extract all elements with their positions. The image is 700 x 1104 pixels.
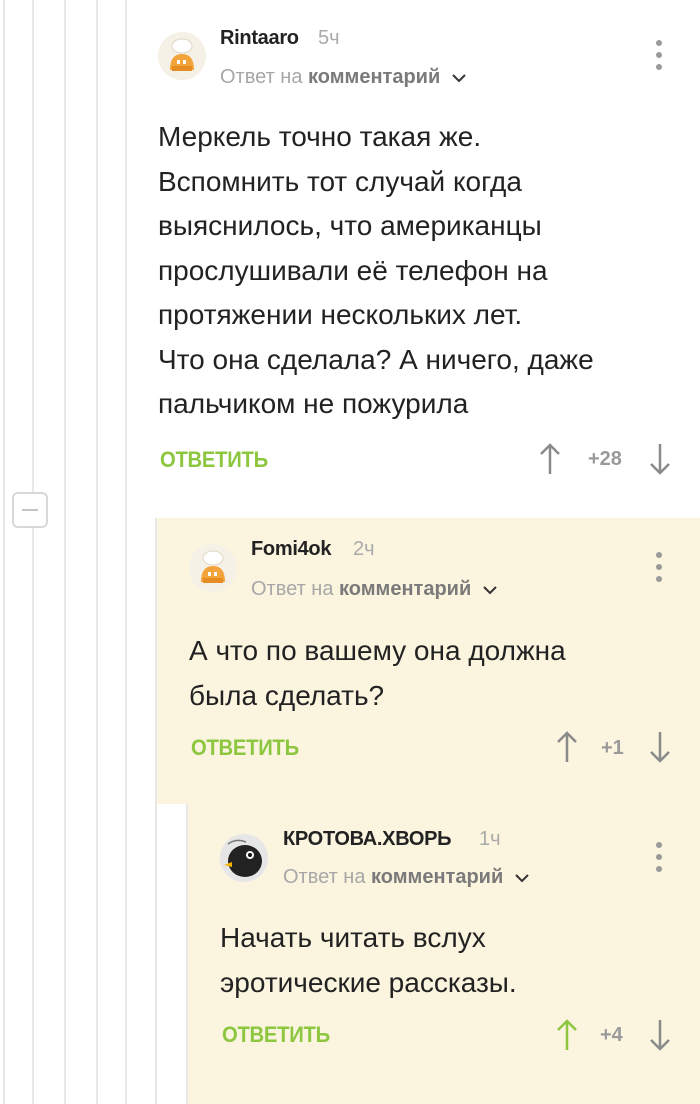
thread-line-level-3 xyxy=(64,0,66,1104)
arrow-up-icon[interactable] xyxy=(555,730,579,764)
arrow-up-icon[interactable] xyxy=(538,442,562,476)
vote-score: +28 xyxy=(588,448,622,470)
reply-to-prefix: Ответ на xyxy=(220,66,303,88)
comment-text: Меркель точно такая же. Вспомнить тот сл… xyxy=(158,121,594,419)
bird-avatar-icon[interactable] xyxy=(220,834,268,882)
reply-to-link[interactable]: Ответ на комментарий xyxy=(220,66,466,89)
vote-score: +1 xyxy=(601,737,624,759)
reply-button[interactable]: ОТВЕТИТЬ xyxy=(222,1022,330,1048)
comment: Rintaaro 5ч Ответ на комментарий Меркель… xyxy=(128,0,700,500)
thread-line-level-5 xyxy=(125,0,127,1104)
reply-to-prefix: Ответ на xyxy=(251,578,334,600)
reply-button[interactable]: ОТВЕТИТЬ xyxy=(160,447,268,473)
reply-to-target: комментарий xyxy=(371,866,504,888)
kebab-menu-icon[interactable] xyxy=(653,550,665,584)
arrow-down-icon[interactable] xyxy=(648,442,672,476)
reply-button[interactable]: ОТВЕТИТЬ xyxy=(191,735,299,761)
comment: Fomi4ok 2ч Ответ на комментарий А что по… xyxy=(157,518,700,804)
reply-to-link[interactable]: Ответ на комментарий xyxy=(251,578,497,601)
collapse-thread-button[interactable] xyxy=(12,492,48,528)
comment-author[interactable]: Rintaaro xyxy=(220,27,299,50)
comment-text: А что по вашему она должна была сделать? xyxy=(189,635,566,711)
minus-icon xyxy=(22,509,38,511)
comment-text: Начать читать вслух эротические рассказы… xyxy=(220,922,517,998)
arrow-down-icon[interactable] xyxy=(648,1018,672,1052)
reply-to-target: комментарий xyxy=(339,578,472,600)
vote-score: +4 xyxy=(600,1024,623,1046)
thread-line-level-4 xyxy=(96,0,98,1104)
comment-time: 5ч xyxy=(318,27,340,49)
hut-avatar-icon[interactable] xyxy=(189,544,237,592)
hut-avatar-icon[interactable] xyxy=(158,32,206,80)
arrow-down-icon[interactable] xyxy=(648,730,672,764)
reply-to-prefix: Ответ на xyxy=(283,866,366,888)
kebab-menu-icon[interactable] xyxy=(653,840,665,874)
thread-line-level-1 xyxy=(3,0,5,1104)
chevron-down-icon xyxy=(452,74,466,83)
comment-time: 1ч xyxy=(479,828,501,850)
comment-time: 2ч xyxy=(353,538,375,560)
kebab-menu-icon[interactable] xyxy=(653,38,665,72)
comment-author[interactable]: Fomi4ok xyxy=(251,538,331,561)
comment: КРОТОВА.ХВОРЬ 1ч Ответ на комментарий На… xyxy=(188,804,700,1104)
thread-line-level-2 xyxy=(32,0,34,1104)
reply-to-target: комментарий xyxy=(308,66,441,88)
chevron-down-icon xyxy=(483,586,497,595)
comment-author[interactable]: КРОТОВА.ХВОРЬ xyxy=(283,828,452,851)
chevron-down-icon xyxy=(515,874,529,883)
reply-to-link[interactable]: Ответ на комментарий xyxy=(283,866,529,889)
arrow-up-icon[interactable] xyxy=(555,1018,579,1052)
